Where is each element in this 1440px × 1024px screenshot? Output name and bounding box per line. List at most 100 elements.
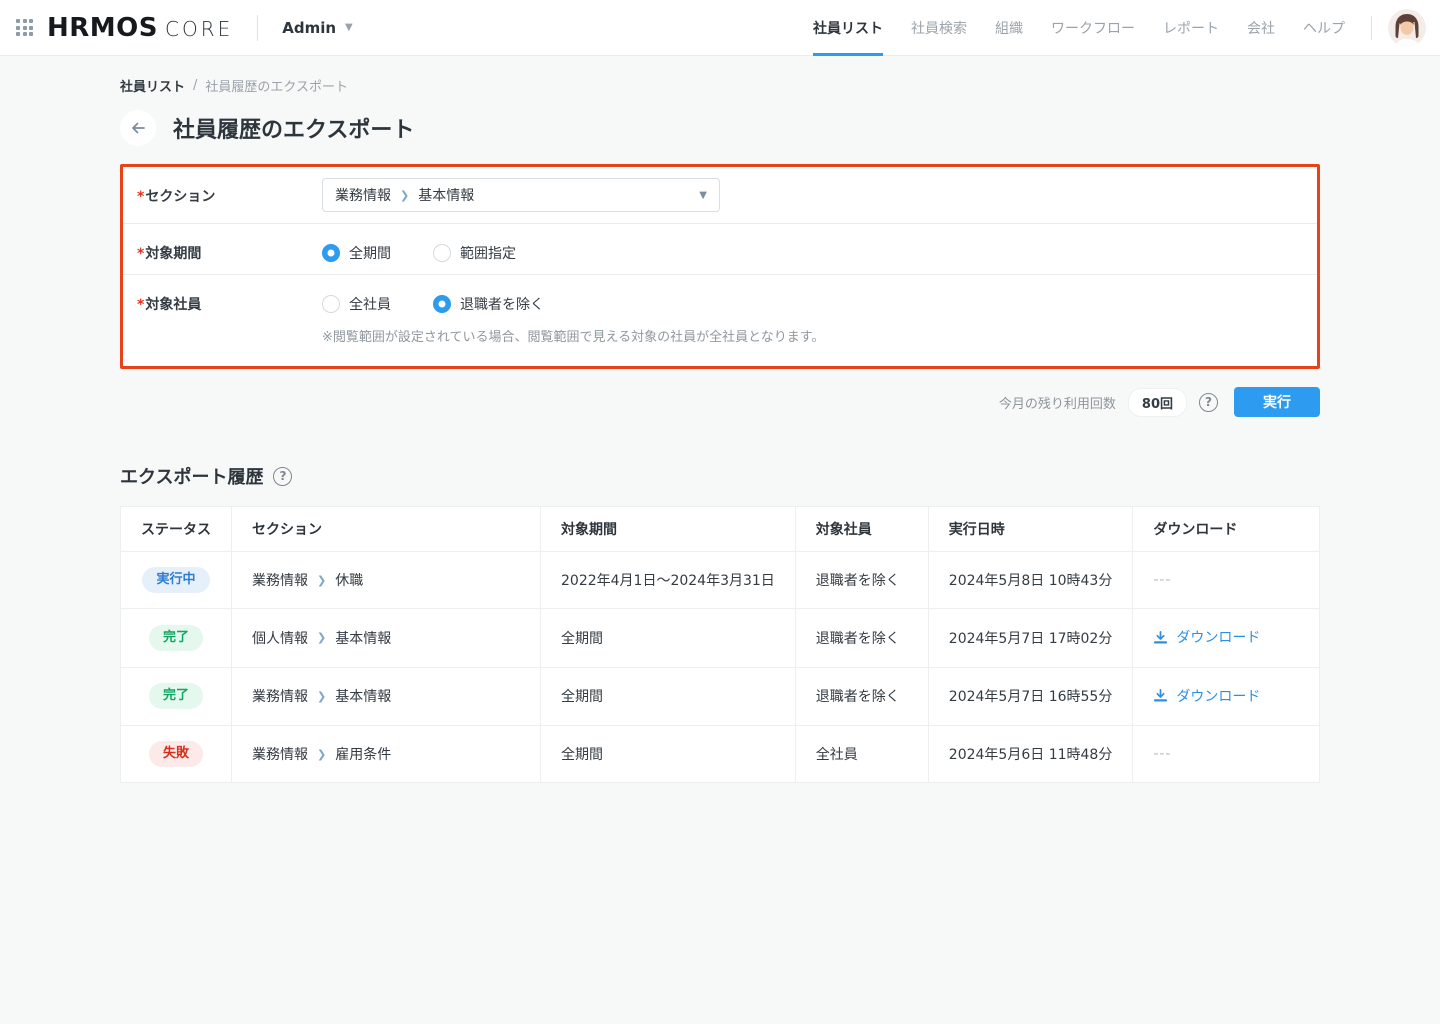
required-mark: *: [137, 297, 144, 313]
history-table-body: 実行中業務情報❯休職2022年4月1日〜2024年3月31日退職者を除く2024…: [121, 552, 1320, 783]
period-cell: 2022年4月1日〜2024年3月31日: [541, 552, 796, 609]
form-row-section: *セクション 業務情報 ❯ 基本情報 ▼: [123, 167, 1317, 224]
nav-item-help[interactable]: ヘルプ: [1303, 0, 1345, 56]
executed-at-cell: 2024年5月7日 17時02分: [928, 609, 1133, 668]
chevron-right-icon: ❯: [317, 574, 326, 587]
column-header-5: ダウンロード: [1133, 507, 1320, 552]
section-item: 休職: [335, 570, 363, 590]
action-row: 今月の残り利用回数 80回 ? 実行: [120, 387, 1320, 417]
history-header-row: ステータスセクション対象期間対象社員実行日時ダウンロード: [121, 507, 1320, 552]
status-cell: 失敗: [121, 726, 232, 783]
period-cell: 全期間: [541, 667, 796, 726]
radio-all-period[interactable]: 全期間: [322, 243, 391, 263]
target-note: ※閲覧範囲が設定されている場合、閲覧範囲で見える対象の社員が全社員となります。: [322, 326, 824, 345]
quota-label: 今月の残り利用回数: [999, 393, 1116, 412]
target-cell: 全社員: [795, 726, 928, 783]
section-item: 基本情報: [335, 628, 391, 648]
chevron-right-icon: ❯: [317, 748, 326, 761]
column-header-0: ステータス: [121, 507, 232, 552]
executed-at-cell: 2024年5月6日 11時48分: [928, 726, 1133, 783]
radio-range-period[interactable]: 範囲指定: [433, 243, 516, 263]
breadcrumb-current: 社員履歴のエクスポート: [205, 76, 348, 95]
section-group: 業務情報: [252, 686, 308, 706]
export-history-section: エクスポート履歴 ? ステータスセクション対象期間対象社員実行日時ダウンロード …: [120, 463, 1320, 783]
column-header-2: 対象期間: [541, 507, 796, 552]
nav-item-workflow[interactable]: ワークフロー: [1051, 0, 1135, 56]
executed-at-cell: 2024年5月8日 10時43分: [928, 552, 1133, 609]
download-link[interactable]: ダウンロード: [1153, 627, 1260, 647]
radio-circle[interactable]: [433, 244, 451, 262]
period-cell: 全期間: [541, 609, 796, 668]
nav-item-employee-search[interactable]: 社員検索: [911, 0, 967, 56]
status-badge: 実行中: [142, 567, 209, 593]
breadcrumb-parent-link[interactable]: 社員リスト: [120, 76, 185, 95]
download-cell: ---: [1133, 726, 1320, 783]
breadcrumb-separator: /: [193, 78, 197, 93]
column-header-3: 対象社員: [795, 507, 928, 552]
table-row: 実行中業務情報❯休職2022年4月1日〜2024年3月31日退職者を除く2024…: [121, 552, 1320, 609]
section-select-value: 業務情報 ❯ 基本情報: [335, 185, 474, 205]
section-group: 業務情報: [252, 744, 308, 764]
download-link-label: ダウンロード: [1176, 686, 1260, 706]
period-radio-group: 全期間 範囲指定: [322, 235, 516, 263]
nav-item-report[interactable]: レポート: [1163, 0, 1219, 56]
section-cell: 個人情報❯基本情報: [232, 609, 541, 668]
history-help-icon[interactable]: ?: [273, 467, 292, 486]
nav-item-organization[interactable]: 組織: [995, 0, 1023, 56]
table-row: 完了個人情報❯基本情報全期間退職者を除く2024年5月7日 17時02分ダウンロ…: [121, 609, 1320, 668]
target-cell: 退職者を除く: [795, 667, 928, 726]
section-item: 雇用条件: [335, 744, 391, 764]
download-icon: [1153, 630, 1168, 645]
chevron-right-icon: ❯: [400, 189, 409, 202]
workspace-name: Admin: [282, 19, 336, 37]
arrow-left-icon: [129, 119, 147, 137]
run-export-button[interactable]: 実行: [1234, 387, 1320, 417]
history-head: エクスポート履歴 ?: [120, 463, 1320, 489]
executed-at-cell: 2024年5月7日 16時55分: [928, 667, 1133, 726]
history-table: ステータスセクション対象期間対象社員実行日時ダウンロード 実行中業務情報 ❯ 休職 2…: [120, 506, 1320, 783]
radio-circle[interactable]: [433, 295, 451, 313]
column-header-1: セクション: [232, 507, 541, 552]
status-cell: 完了: [121, 667, 232, 726]
section-cell: 業務情報 ❯ 雇用条件: [232, 726, 541, 783]
nav-item-company[interactable]: 会社: [1247, 0, 1275, 56]
nav-item-employee-list[interactable]: 社員リスト: [813, 0, 883, 56]
section-select-group: 業務情報: [335, 185, 391, 205]
logo-suffix: CORE: [165, 17, 233, 41]
page-title: 社員履歴のエクスポート: [173, 112, 414, 144]
target-cell: 退職者を除く: [795, 609, 928, 668]
back-button[interactable]: [120, 110, 156, 146]
download-empty: ---: [1153, 572, 1171, 588]
download-icon: [1153, 688, 1168, 703]
main-content: 社員リスト / 社員履歴のエクスポート 社員履歴のエクスポート *セクション 業…: [0, 56, 1440, 783]
radio-circle[interactable]: [322, 295, 340, 313]
main-nav: 社員リスト 社員検索 組織 ワークフロー レポート 会社 ヘルプ: [785, 0, 1426, 56]
target-cell: 退職者を除く: [795, 552, 928, 609]
target-label: *対象社員: [137, 286, 322, 314]
section-item: 基本情報: [335, 686, 391, 706]
avatar-image: [1388, 9, 1426, 47]
app-grid-icon[interactable]: [16, 19, 33, 36]
radio-circle[interactable]: [322, 244, 340, 262]
breadcrumb: 社員リスト / 社員履歴のエクスポート: [120, 76, 1320, 95]
section-select[interactable]: 業務情報 ❯ 基本情報 ▼: [322, 178, 720, 212]
download-link[interactable]: ダウンロード: [1153, 686, 1260, 706]
status-cell: 完了: [121, 609, 232, 668]
period-label: *対象期間: [137, 235, 322, 263]
user-avatar[interactable]: [1388, 9, 1426, 47]
radio-exclude-retired[interactable]: 退職者を除く: [433, 294, 544, 314]
workspace-switcher[interactable]: Admin ▼: [282, 19, 353, 37]
table-row: 完了業務情報 ❯ 基本情報 全期間退職者を除く2024年5月7日 16時55分 ダウンロ…: [121, 667, 1320, 726]
quota-help-icon[interactable]: ?: [1199, 393, 1218, 412]
table-row: 失敗業務情報❯雇用条件全期間全社員2024年5月6日 11時48分---: [121, 726, 1320, 783]
title-row: 社員履歴のエクスポート: [120, 110, 1320, 146]
header-divider: [257, 15, 258, 41]
top-header: HRMOS CORE Admin ▼ 社員リスト 社員検索 組織 ワークフロー …: [0, 0, 1440, 56]
section-cell: 業務情報❯休職: [232, 552, 541, 609]
logo-brand: HRMOS: [47, 13, 158, 43]
chevron-right-icon: ❯: [317, 690, 326, 703]
export-settings-panel: *セクション 業務情報 ❯ 基本情報 ▼ *対象期間 全期間: [120, 164, 1320, 369]
download-cell: ダウンロード: [1133, 609, 1320, 668]
radio-all-employees[interactable]: 全社員: [322, 294, 391, 314]
required-mark: *: [137, 246, 144, 262]
